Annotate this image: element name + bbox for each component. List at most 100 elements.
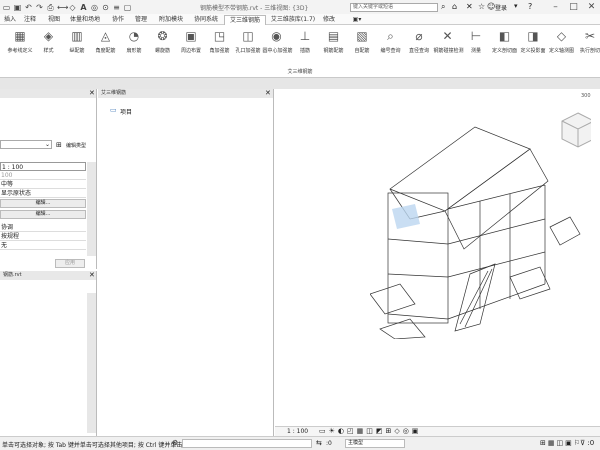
minimize-button[interactable]: – [548, 0, 563, 14]
tab-extra-dropdown[interactable]: ▣▾ [350, 15, 364, 25]
ribbon-button-0[interactable]: ▦ 参考线定义 [6, 27, 34, 61]
ribbon-button-4[interactable]: ◔ 扇形筋 [120, 27, 148, 61]
close-button[interactable]: ✕ [584, 0, 599, 14]
sync-icon[interactable]: ⇆ [316, 439, 322, 447]
search-input[interactable]: 键入关键字或短语 [350, 3, 438, 12]
ribbon-button-12[interactable]: ▧ 自配筋 [348, 27, 376, 61]
ribbon-button-9[interactable]: ◉ 圆中心加强筋 [263, 27, 293, 61]
ribbon-button-13[interactable]: ⌕ 编号查询 [377, 27, 405, 61]
login-link[interactable]: 登录 [495, 3, 507, 12]
close-icon[interactable]: ✕ [89, 89, 95, 97]
filter-icon[interactable]: ⊽ :0 [580, 439, 594, 447]
close-icon[interactable]: ✕ [265, 89, 271, 97]
ribbon-button-10[interactable]: ⊥ 插筋 [291, 27, 319, 61]
zero-counter: :0 [326, 440, 332, 447]
tab-aisanwei-family[interactable]: 艾三维族库(1.7) [268, 15, 318, 25]
view-control-icons[interactable]: ▭☀◐◰▦◫◩⊞◇◎▣ [319, 427, 421, 435]
ribbon-button-11[interactable]: ▤ 钢筋配筋 [320, 27, 348, 61]
subscription-icon[interactable]: ⌂ [452, 2, 457, 11]
ribbon-button-18[interactable]: ◨ 定义投影面 [519, 27, 547, 61]
workspace-background [0, 78, 600, 89]
ribbon-button-20[interactable]: ✂ 执行剖切 [576, 27, 600, 61]
help-icon[interactable]: ? [528, 2, 532, 11]
project-browser: 钢筋.rvt ✕ [0, 271, 97, 436]
selection-icons[interactable]: ⊞▦◫▣⚐ [540, 439, 582, 447]
view-scrollbar[interactable] [591, 89, 600, 429]
ribbon-button-6[interactable]: ▣ 周边布置 [177, 27, 205, 61]
ribbon-icon-15-icon: ✕ [442, 29, 453, 43]
ribbon-label-14: 直径查询 [408, 48, 429, 54]
tab-addins[interactable]: 附加模块 [155, 15, 187, 25]
apply-button[interactable]: 应用 [55, 259, 85, 268]
thin-lines-icon[interactable]: ≡ [112, 3, 121, 12]
tree-item-project[interactable]: 项目 [120, 107, 132, 116]
discipline-field[interactable]: 协调 [0, 223, 86, 232]
default-display-field[interactable]: 无 [0, 241, 86, 250]
ribbon-label-13: 编号查询 [380, 48, 401, 54]
save-icon[interactable]: ▣ [13, 3, 22, 12]
search-icon[interactable]: ⌕ [441, 2, 445, 12]
close-icon[interactable]: ✕ [89, 271, 95, 279]
undo-icon[interactable]: ↶ [24, 3, 33, 12]
browser-scrollbar[interactable] [87, 293, 96, 433]
redo-icon[interactable]: ↷ [35, 3, 44, 12]
star-icon[interactable]: ☆ [478, 2, 485, 11]
tab-manage[interactable]: 管理 [131, 15, 151, 25]
edit-type-icon[interactable]: ⊞ [56, 141, 62, 149]
type-selector[interactable]: ⌄ [0, 140, 52, 149]
ribbon-label-16: 测量 [470, 48, 481, 54]
ribbon-icon-14-icon: ⌀ [415, 29, 423, 43]
tab-view[interactable]: 视图 [44, 15, 64, 25]
properties-scrollbar[interactable] [87, 162, 96, 256]
view-scale[interactable]: 1 : 100 [287, 428, 308, 435]
text-icon[interactable]: A [79, 3, 88, 12]
ribbon-icon-9-icon: ◉ [271, 29, 282, 43]
edit-type-button[interactable]: 编辑类型 [66, 142, 86, 149]
tab-annotate[interactable]: 注释 [22, 15, 38, 25]
section-icon[interactable]: ⊙ [101, 3, 110, 12]
print-icon[interactable]: ⎙ [46, 3, 55, 12]
browser-header: 钢筋.rvt [0, 271, 96, 280]
design-option-dropdown[interactable]: 主模型 [345, 439, 405, 448]
dropdown-icon[interactable]: ▾ [514, 2, 518, 10]
open-icon[interactable]: ▭ [2, 3, 11, 12]
ribbon-icon-1-icon: ◈ [43, 29, 54, 43]
ribbon-icon-2-icon: ▥ [71, 29, 83, 43]
measure-icon[interactable]: ⟷ [57, 3, 68, 12]
display-state-field[interactable]: 显示原状态 [0, 189, 86, 198]
title-bar: ▭ ▣ ↶ ↷ ⎙ ⟷ ◇ A ◎ ⊙ ≡ ▢ 钢筋模型不带钢筋.rvt - 三… [0, 0, 600, 14]
ribbon-button-17[interactable]: ◧ 定义剖切面 [491, 27, 519, 61]
tab-aisanwei-rebar[interactable]: 艾三维钢筋 [224, 15, 266, 25]
ribbon-button-1[interactable]: ◈ 样式 [35, 27, 63, 61]
worksets-icon[interactable]: ⚙ [172, 439, 178, 447]
tab-collaborate[interactable]: 协作 [108, 15, 128, 25]
color-scheme-field[interactable]: 按规程 [0, 232, 86, 241]
scale-value: 100 [0, 171, 86, 180]
ribbon-button-7[interactable]: ◳ 角加强筋 [206, 27, 234, 61]
tab-collab-system[interactable]: 协同系统 [190, 15, 222, 25]
edit-button-1[interactable]: 编辑... [0, 199, 86, 208]
view-scale-field[interactable]: 1 : 100 [0, 162, 86, 171]
building-model[interactable] [370, 109, 590, 339]
ribbon-button-3[interactable]: ◬ 角度配筋 [92, 27, 120, 61]
ribbon-button-8[interactable]: ◫ 孔口加强筋 [234, 27, 262, 61]
edit-button-2[interactable]: 编辑... [0, 210, 86, 219]
ribbon-button-2[interactable]: ▥ 纵配筋 [63, 27, 91, 61]
3d-view[interactable]: 300 × [275, 89, 600, 436]
detail-level-field[interactable]: 中等 [0, 180, 86, 189]
tab-massing[interactable]: 体量和场地 [66, 15, 104, 25]
3d-view-icon[interactable]: ◎ [90, 3, 99, 12]
tab-modify[interactable]: 修改 [320, 15, 338, 25]
ribbon-button-19[interactable]: ◇ 定义轴测图 [548, 27, 576, 61]
ribbon-button-16[interactable]: ⊢ 测量 [462, 27, 490, 61]
dimension-icon[interactable]: ◇ [68, 3, 77, 12]
exchange-icon[interactable]: ✕ [466, 2, 473, 11]
maximize-button[interactable]: □ [566, 0, 581, 14]
workset-dropdown[interactable] [182, 439, 312, 448]
ribbon-button-14[interactable]: ⌀ 直径查询 [405, 27, 433, 61]
rebar-panel: 艾三维钢筋 ✕ ▭ 项目 [98, 89, 274, 436]
close-hidden-icon[interactable]: ▢ [123, 3, 132, 12]
ribbon-button-15[interactable]: ✕ 钢筋碰撞检测 [434, 27, 464, 61]
tab-insert[interactable]: 插入 [2, 15, 18, 25]
ribbon-button-5[interactable]: ❂ 螺旋筋 [149, 27, 177, 61]
